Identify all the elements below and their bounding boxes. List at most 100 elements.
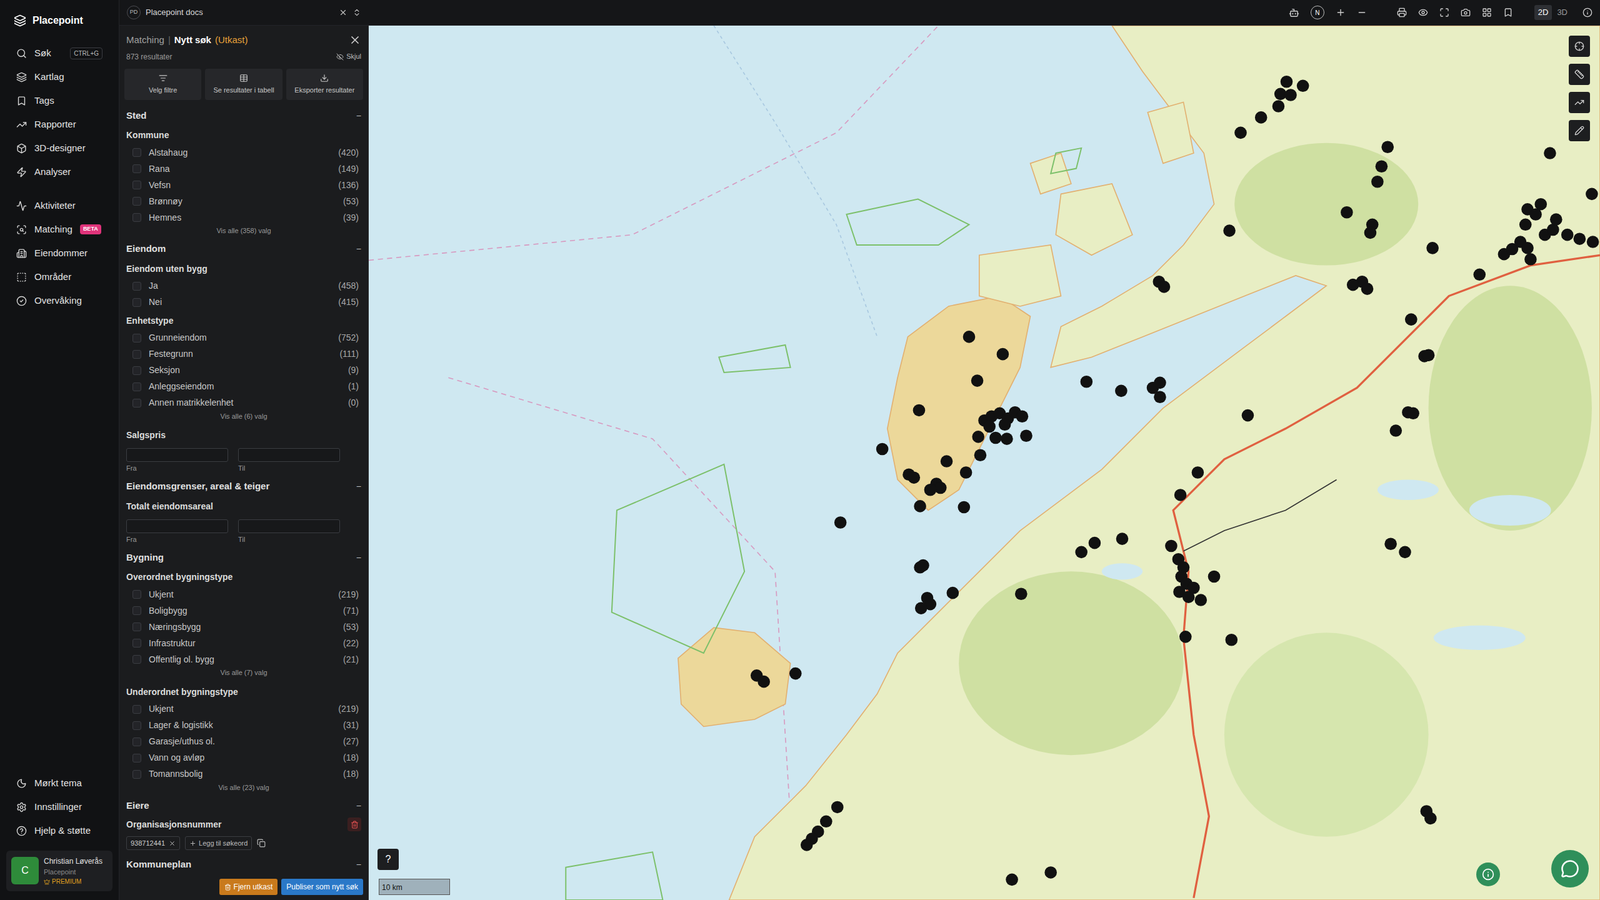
checklist-option[interactable]: Festegrunn(111) xyxy=(126,346,362,363)
checkbox[interactable] xyxy=(132,705,142,714)
map-pin[interactable] xyxy=(1346,278,1360,292)
nav-item[interactable]: Aktiviteter xyxy=(0,193,119,218)
checklist-option[interactable]: Ja(458) xyxy=(126,278,362,295)
map-pin[interactable] xyxy=(757,675,770,689)
map-help-button[interactable]: ? xyxy=(377,848,399,870)
map-pin[interactable] xyxy=(924,483,937,497)
map-pin[interactable] xyxy=(913,500,927,513)
clear-icon[interactable] xyxy=(338,8,348,17)
map-pin[interactable] xyxy=(1174,488,1187,502)
nav-item[interactable]: Rapporter xyxy=(0,112,119,137)
section-header[interactable]: Bygning− xyxy=(126,548,362,567)
map-pin[interactable] xyxy=(1389,424,1402,437)
map-pin[interactable] xyxy=(1550,213,1563,226)
map-pin[interactable] xyxy=(1153,390,1167,404)
map-pin[interactable] xyxy=(1179,630,1192,644)
map-pin[interactable] xyxy=(1208,570,1221,584)
map-pin[interactable] xyxy=(1371,175,1384,189)
checklist-option[interactable]: Vann og avløp(18) xyxy=(126,750,362,767)
checklist-option[interactable]: Ukjent(219) xyxy=(126,586,362,603)
map-pin[interactable] xyxy=(1406,407,1420,420)
map-pin[interactable] xyxy=(1534,198,1547,211)
checkbox[interactable] xyxy=(132,382,142,392)
checklist-option[interactable]: Brønnøy(53) xyxy=(126,193,362,210)
map-pin[interactable] xyxy=(1080,375,1094,389)
map-pin[interactable] xyxy=(789,667,802,680)
nav-item[interactable]: Innstillinger xyxy=(0,795,119,820)
nav-item[interactable]: Områder xyxy=(0,265,119,289)
add-keyword-button[interactable]: Legg til søkeord xyxy=(185,836,252,850)
action-button[interactable]: Eksporter resultater xyxy=(286,68,364,101)
section-toggle[interactable]: − xyxy=(356,551,362,565)
section-toggle[interactable]: − xyxy=(356,480,362,494)
zoom-in-icon[interactable] xyxy=(1335,7,1346,18)
show-all-link[interactable]: Vis alle (7) valg xyxy=(126,667,362,682)
map-pin[interactable] xyxy=(916,559,930,572)
view-mode-button[interactable]: 2D xyxy=(1534,5,1553,20)
map-pin[interactable] xyxy=(1000,432,1014,445)
map-pin[interactable] xyxy=(1116,532,1129,545)
section-toggle[interactable]: − xyxy=(356,858,362,872)
checkbox[interactable] xyxy=(132,622,142,632)
nav-item[interactable]: 3D-designer xyxy=(0,136,119,160)
checklist-option[interactable]: Annen matrikkelenhet(0) xyxy=(126,395,362,412)
discard-button[interactable]: Fjern utkast xyxy=(219,878,279,895)
checkbox[interactable] xyxy=(132,213,142,222)
checklist-option[interactable]: Hemnes(39) xyxy=(126,209,362,226)
zoom-out-icon[interactable] xyxy=(1356,7,1367,18)
map-pin[interactable] xyxy=(998,418,1012,431)
map-pin[interactable] xyxy=(1158,280,1171,294)
range-input[interactable] xyxy=(126,519,229,534)
map-pin[interactable] xyxy=(1187,581,1200,595)
checkbox[interactable] xyxy=(132,350,142,359)
section-toggle[interactable]: − xyxy=(356,109,362,123)
map-pin[interactable] xyxy=(1424,812,1437,825)
map-pin[interactable] xyxy=(1521,241,1534,255)
map-pin[interactable] xyxy=(1153,376,1167,390)
checklist-option[interactable]: Grunneiendom(752) xyxy=(126,330,362,347)
map-pin[interactable] xyxy=(1519,218,1532,232)
map-pin[interactable] xyxy=(1284,88,1297,102)
range-input[interactable] xyxy=(126,448,229,462)
nav-item[interactable]: Tags xyxy=(0,88,119,113)
map-pin[interactable] xyxy=(1361,282,1374,295)
map-pin[interactable] xyxy=(1015,587,1028,600)
checkbox[interactable] xyxy=(132,148,142,157)
section-header[interactable]: Sted− xyxy=(126,106,362,125)
info-button[interactable] xyxy=(1476,862,1500,887)
map-pin[interactable] xyxy=(946,586,960,600)
checklist-option[interactable]: Seksjon(9) xyxy=(126,362,362,379)
map-pin[interactable] xyxy=(971,430,985,444)
show-all-link[interactable]: Vis alle (6) valg xyxy=(126,411,362,426)
section-header[interactable]: Eiendom− xyxy=(126,240,362,259)
eye-icon[interactable] xyxy=(1418,7,1429,18)
map-pin[interactable] xyxy=(834,516,847,529)
printer-icon[interactable] xyxy=(1396,7,1407,18)
delete-button[interactable] xyxy=(347,817,362,832)
map-pin[interactable] xyxy=(1543,146,1557,160)
map-pin[interactable] xyxy=(1195,593,1208,607)
checkbox[interactable] xyxy=(132,366,142,375)
map-pin[interactable] xyxy=(1075,546,1088,559)
map-pin[interactable] xyxy=(989,431,1002,445)
map-pin[interactable] xyxy=(907,471,920,484)
checklist-option[interactable]: Vefsn(136) xyxy=(126,176,362,194)
section-toggle[interactable]: − xyxy=(356,799,362,813)
map-pin[interactable] xyxy=(1234,126,1247,140)
camera-icon[interactable] xyxy=(1460,7,1471,18)
breadcrumb[interactable]: Matching xyxy=(126,33,165,48)
map-pin[interactable] xyxy=(1473,268,1486,282)
map-pin[interactable] xyxy=(1585,188,1599,201)
map-pin[interactable] xyxy=(1426,241,1439,255)
map-pin[interactable] xyxy=(1364,226,1377,240)
checkbox[interactable] xyxy=(132,281,142,291)
map-pin[interactable] xyxy=(1381,140,1394,154)
checkbox[interactable] xyxy=(132,770,142,779)
map-pin[interactable] xyxy=(1088,536,1102,550)
hide-button[interactable]: Skjul xyxy=(336,51,362,62)
nav-item[interactable]: SøkCTRL+G xyxy=(0,41,119,65)
section-header[interactable]: Eiendomsgrenser, areal & teiger− xyxy=(126,477,362,497)
workspace-switcher[interactable]: PDPlacepoint docs xyxy=(126,5,362,20)
view-mode-button[interactable]: 3D xyxy=(1553,5,1572,20)
map-tool-button[interactable] xyxy=(1568,63,1590,85)
